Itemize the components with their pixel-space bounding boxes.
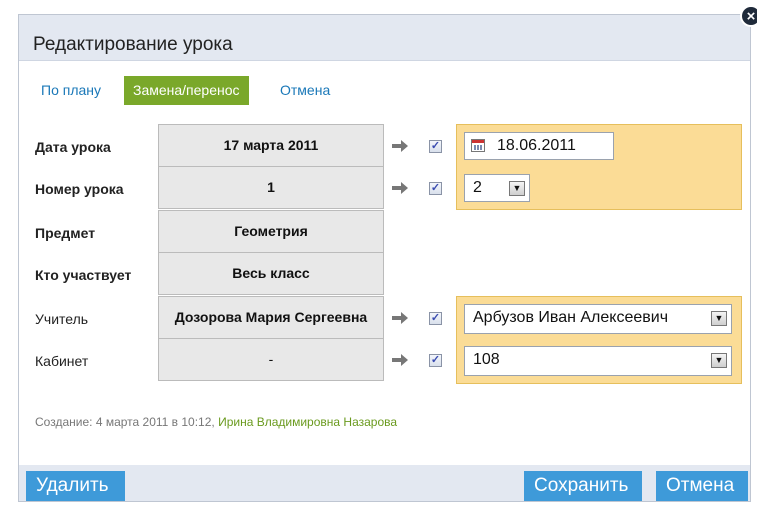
date-field-value: 18.06.2011: [497, 137, 576, 154]
delete-button[interactable]: Удалить: [26, 471, 125, 501]
label-teacher: Учитель: [35, 311, 89, 327]
new-teacher-room-panel: Арбузов Иван Алексеевич ▼ 108 ▼: [456, 296, 742, 384]
label-room: Кабинет: [35, 353, 89, 369]
arrow-right-icon: [392, 140, 408, 152]
original-teacher: Дозорова Мария Сергеевна: [158, 296, 384, 339]
checkbox-teacher[interactable]: ✓: [429, 312, 442, 325]
dialog-footer: Удалить Сохранить Отмена: [19, 465, 750, 501]
tab-cancel[interactable]: Отмена: [280, 76, 330, 105]
original-lesson-number: 1: [158, 166, 384, 209]
checkbox-lesson-number[interactable]: ✓: [429, 182, 442, 195]
lesson-number-value: 2: [473, 179, 482, 196]
save-button[interactable]: Сохранить: [524, 471, 642, 501]
created-at: 4 марта 2011 в 10:12,: [95, 415, 215, 429]
close-icon[interactable]: ×: [740, 5, 757, 27]
checkbox-lesson-date[interactable]: ✓: [429, 140, 442, 153]
room-select-value: 108: [473, 351, 500, 368]
edit-lesson-dialog: Редактирование урока × По плану Замена/п…: [18, 5, 757, 502]
author-link[interactable]: Ирина Владимировна Назарова: [218, 415, 397, 429]
date-field[interactable]: 18.06.2011: [464, 132, 614, 160]
tab-by-plan[interactable]: По плану: [41, 76, 101, 105]
chevron-down-icon[interactable]: ▼: [711, 353, 727, 368]
arrow-right-icon: [392, 312, 408, 324]
teacher-select-value: Арбузов Иван Алексеевич: [473, 309, 669, 326]
dialog-title: Редактирование урока: [33, 34, 233, 55]
calendar-icon[interactable]: [471, 139, 485, 152]
chevron-down-icon[interactable]: ▼: [711, 311, 727, 326]
checkbox-room[interactable]: ✓: [429, 354, 442, 367]
label-participants: Кто участвует: [35, 267, 132, 283]
arrow-right-icon: [392, 182, 408, 194]
creation-info: Создание: 4 марта 2011 в 10:12, Ирина Вл…: [35, 415, 397, 429]
dialog-title-bar: Редактирование урока ×: [19, 5, 757, 61]
cancel-button[interactable]: Отмена: [656, 471, 748, 501]
label-lesson-number: Номер урока: [35, 181, 124, 197]
tab-replace-move[interactable]: Замена/перенос: [124, 76, 249, 105]
original-room: -: [158, 338, 384, 381]
original-subject: Геометрия: [158, 210, 384, 253]
arrow-right-icon: [392, 354, 408, 366]
lesson-number-select[interactable]: 2 ▼: [464, 174, 530, 202]
room-select[interactable]: 108 ▼: [464, 346, 732, 376]
label-lesson-date: Дата урока: [35, 139, 111, 155]
chevron-down-icon[interactable]: ▼: [509, 181, 525, 196]
label-subject: Предмет: [35, 225, 96, 241]
original-lesson-date: 17 марта 2011: [158, 124, 384, 167]
original-participants: Весь класс: [158, 252, 384, 295]
teacher-select[interactable]: Арбузов Иван Алексеевич ▼: [464, 304, 732, 334]
created-label: Создание:: [35, 415, 93, 429]
new-date-number-panel: 18.06.2011 2 ▼: [456, 124, 742, 210]
